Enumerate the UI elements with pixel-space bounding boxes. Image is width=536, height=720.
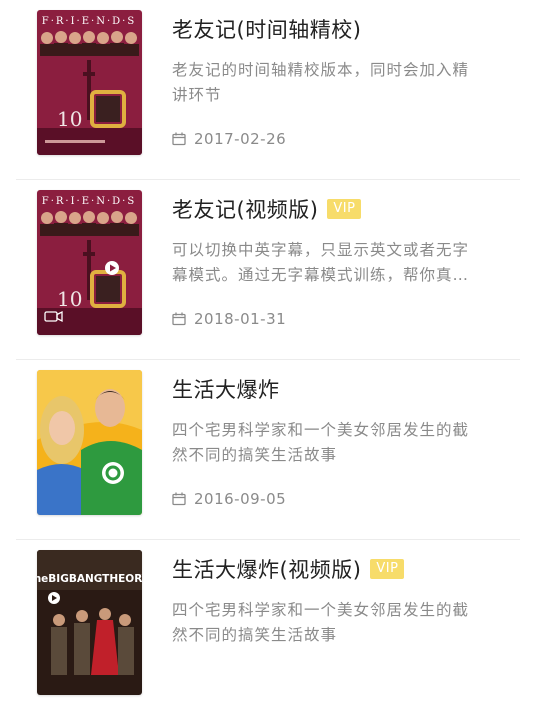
item-date: 2018-01-31 <box>172 310 286 328</box>
friends-poster: F·R·I·E·N·D·S 10 <box>37 190 142 335</box>
season-number: 10 <box>57 287 82 311</box>
friends-poster: F·R·I·E·N·D·S 10 <box>37 10 142 155</box>
item-date: 2017-02-26 <box>172 130 286 148</box>
vip-badge: VIP <box>370 559 405 579</box>
list-item-friends-timeline[interactable]: F·R·I·E·N·D·S 10 老友记(时间轴精校) 老友记的时间轴精校版本，… <box>0 0 536 180</box>
item-date: 2016-09-05 <box>172 490 286 508</box>
series-list: F·R·I·E·N·D·S 10 老友记(时间轴精校) 老友记的时间轴精校版本，… <box>0 0 536 695</box>
item-date-text: 2017-02-26 <box>194 130 287 148</box>
calendar-icon <box>172 132 186 146</box>
item-title[interactable]: 老友记(视频版) VIP <box>172 194 362 224</box>
big-bang-video-cover-image[interactable]: theBIGBANGTHEORY <box>37 550 142 695</box>
item-title[interactable]: 老友记(时间轴精校) <box>172 14 361 44</box>
big-bang-logo-text: theBIGBANGTHEORY <box>37 573 142 585</box>
calendar-icon <box>172 492 186 506</box>
item-title[interactable]: 生活大爆炸 <box>172 374 280 404</box>
vip-badge: VIP <box>327 199 362 219</box>
big-bang-theory-poster: theBIGBANGTHEORY <box>37 550 142 695</box>
item-date-text: 2016-09-05 <box>194 490 287 508</box>
item-description: 可以切换中英字幕，只显示英文或者无字幕模式。通过无字幕模式训练，帮你真正… <box>172 241 470 284</box>
item-title[interactable]: 生活大爆炸(视频版) VIP <box>172 554 405 584</box>
list-item-friends-video[interactable]: F·R·I·E·N·D·S 10 老友记(视频版) VIP 可以切换中英字幕，只… <box>0 180 536 360</box>
friends-logo-text: F·R·I·E·N·D·S <box>42 16 136 27</box>
item-title-text: 老友记(视频版) <box>172 198 319 222</box>
item-title-text: 生活大爆炸(视频版) <box>172 558 362 582</box>
item-description: 四个宅男科学家和一个美女邻居发生的截然不同的搞笑生活故事 <box>172 601 470 644</box>
item-title-text: 老友记(时间轴精校) <box>172 18 362 42</box>
big-bang-poster <box>37 370 142 515</box>
season-number: 10 <box>57 107 82 131</box>
friends-logo-text: F·R·I·E·N·D·S <box>42 196 136 207</box>
friends-video-cover-image[interactable]: F·R·I·E·N·D·S 10 <box>37 190 142 335</box>
big-bang-cover-image[interactable] <box>37 370 142 515</box>
item-description: 四个宅男科学家和一个美女邻居发生的截然不同的搞笑生活故事 <box>172 421 470 464</box>
item-description: 老友记的时间轴精校版本，同时会加入精讲环节 <box>172 61 470 104</box>
list-item-big-bang[interactable]: 生活大爆炸 四个宅男科学家和一个美女邻居发生的截然不同的搞笑生活故事 2016-… <box>0 360 536 540</box>
item-date-text: 2018-01-31 <box>194 310 287 328</box>
calendar-icon <box>172 312 186 326</box>
list-item-big-bang-video[interactable]: theBIGBANGTHEORY 生活大爆炸(视频版) VIP 四个宅男科学家和… <box>0 540 536 720</box>
item-title-text: 生活大爆炸 <box>172 378 280 402</box>
friends-cover-image[interactable]: F·R·I·E·N·D·S 10 <box>37 10 142 155</box>
